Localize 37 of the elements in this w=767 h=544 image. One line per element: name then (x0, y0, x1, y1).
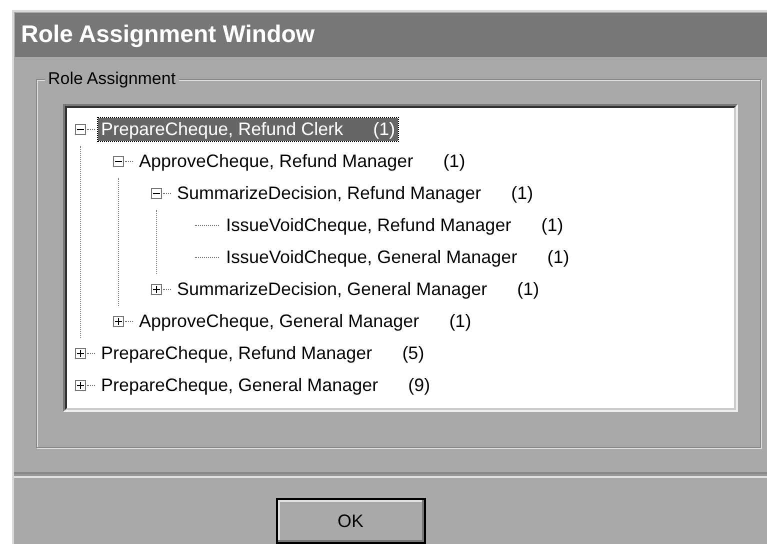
group-label: Role Assignment (45, 68, 179, 89)
item-count: (1) (541, 215, 564, 236)
collapse-icon[interactable] (75, 124, 86, 136)
tree-item[interactable]: PrepareCheque, General Manager (9) (98, 374, 434, 398)
item-count: (1) (547, 247, 570, 268)
item-name: IssueVoidCheque, Refund Manager (226, 215, 512, 236)
item-count: (1) (511, 183, 534, 204)
item-name: SummarizeDecision, Refund Manager (177, 183, 482, 204)
window-title: Role Assignment Window (15, 13, 767, 57)
item-name: ApproveCheque, Refund Manager (139, 151, 414, 172)
expand-icon[interactable] (151, 284, 162, 296)
tree-item[interactable]: ApproveCheque, Refund Manager (1) (136, 150, 468, 174)
item-name: PrepareCheque, Refund Manager (101, 343, 372, 364)
item-count: (5) (402, 343, 424, 364)
tree-item[interactable]: PrepareCheque, Refund Clerk (1) (98, 118, 398, 142)
tree-item[interactable]: IssueVoidCheque, Refund Manager (1) (223, 214, 566, 238)
item-count: (1) (373, 119, 396, 140)
item-name: PrepareCheque, General Manager (101, 375, 378, 396)
tree-item[interactable]: ApproveCheque, General Manager (1) (136, 310, 474, 334)
tree-item[interactable]: SummarizeDecision, General Manager (1) (174, 278, 542, 302)
expand-icon[interactable] (75, 380, 86, 392)
collapse-icon[interactable] (113, 156, 124, 168)
item-name: ApproveCheque, General Manager (139, 311, 420, 332)
expand-icon[interactable] (75, 348, 86, 360)
item-count: (1) (443, 151, 466, 172)
tree-item[interactable]: IssueVoidCheque, General Manager (1) (223, 246, 572, 270)
ok-button[interactable]: OK (276, 498, 426, 544)
item-name: IssueVoidCheque, General Manager (226, 247, 518, 268)
item-count: (1) (517, 279, 540, 300)
tree-item[interactable]: SummarizeDecision, Refund Manager (1) (174, 182, 536, 206)
item-name: PrepareCheque, Refund Clerk (101, 119, 344, 140)
item-name: SummarizeDecision, General Manager (177, 279, 488, 300)
item-count: (1) (449, 311, 472, 332)
expand-icon[interactable] (113, 316, 124, 328)
collapse-icon[interactable] (151, 188, 162, 200)
item-count: (9) (408, 375, 430, 396)
tree-item[interactable]: PrepareCheque, Refund Manager (5) (98, 342, 428, 366)
